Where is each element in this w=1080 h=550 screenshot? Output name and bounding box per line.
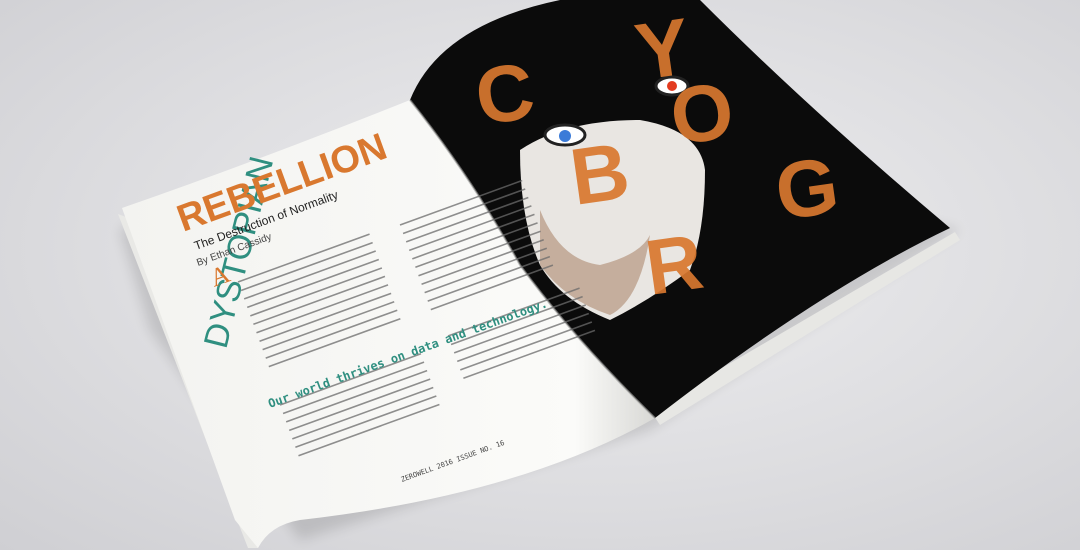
letter-c: C [470, 46, 540, 142]
letter-g: G [770, 140, 844, 237]
letter-o: O [665, 65, 739, 162]
magazine-scene: DYSTOPIAN REBELLION The Destruction of N… [118, 0, 960, 548]
letter-b: B [565, 126, 635, 222]
